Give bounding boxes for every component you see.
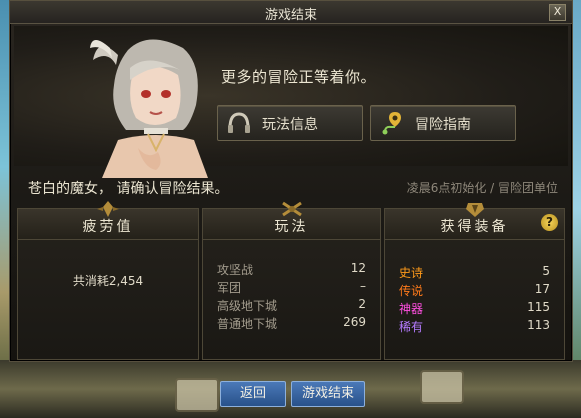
row-value: 2 [358,297,366,311]
character-portrait [90,39,208,178]
help-icon[interactable]: ? [541,214,558,231]
row-value: – [360,279,366,293]
equipment-title: 获得装备 [440,219,509,235]
fatigue-title: 疲劳值 [82,219,134,235]
rarity-epic-label: 史诗 [399,266,424,280]
gameplay-row: 军团 – [217,279,366,297]
equipment-panel-header: 获得装备 ? [385,203,564,240]
game-over-dialog: 游戏结束 X 更多的冒险正等着你。 玩法信息 冒险指南 苍白的魔女， 请确认冒险… [9,0,573,362]
crossed-weapons-icon [281,201,302,217]
rarity-artifact-label: 神器 [399,302,424,316]
gameplay-info-button[interactable]: 玩法信息 [217,105,363,141]
gameplay-title: 玩法 [274,219,309,235]
row-value: 269 [343,315,366,329]
equipment-row: 史诗 5 [399,264,550,282]
dialog-title: 游戏结束 [264,8,317,23]
gameplay-info-label: 玩法信息 [262,117,318,133]
row-value: 113 [527,318,550,332]
back-button[interactable]: 返回 [220,381,286,407]
close-button[interactable]: X [549,4,566,21]
emblem-icon [97,201,119,217]
gameplay-row: 攻坚战 12 [217,261,366,279]
background-sign [175,378,219,412]
row-label: 高级地下城 [217,299,278,313]
row-value: 5 [542,264,550,278]
fatigue-consumed: 共消耗2,454 [72,274,144,288]
rarity-legendary-label: 传说 [399,284,424,298]
adventure-prompt: 更多的冒险正等着你。 [221,68,377,86]
headphones-icon [228,112,250,133]
confirm-message: 苍白的魔女， 请确认冒险结果。 [28,181,229,197]
background-sign [420,370,464,404]
end-game-button[interactable]: 游戏结束 [291,381,365,407]
reset-info: 凌晨6点初始化 / 冒险团单位 [406,181,558,195]
gameplay-row: 普通地下城 269 [217,315,366,333]
equipment-row: 传说 17 [399,282,550,300]
row-label: 军团 [217,281,242,295]
equipment-row: 神器 115 [399,300,550,318]
equipment-panel: 获得装备 ? 史诗 5 传说 17 神器 115 稀有 113 [384,203,565,360]
equipment-row: 稀有 113 [399,318,550,336]
gameplay-panel: 玩法 攻坚战 12 军团 – 高级地下城 2 普通地下城 269 [202,201,381,360]
gameplay-panel-header: 玩法 [203,201,380,240]
fatigue-panel-header: 疲劳值 [18,201,198,240]
rarity-rare-label: 稀有 [399,320,424,334]
armor-icon [465,203,484,217]
row-value: 12 [350,261,366,275]
titlebar: 游戏结束 X [10,1,572,24]
row-label: 攻坚战 [217,263,254,277]
adventure-guide-label: 冒险指南 [415,117,471,133]
result-info-bar: 苍白的魔女， 请确认冒险结果。 凌晨6点初始化 / 冒险团单位 [14,168,568,204]
map-pin-route-icon [382,112,401,135]
gameplay-row: 高级地下城 2 [217,297,366,315]
row-value: 17 [534,282,550,296]
row-value: 115 [527,300,550,314]
fatigue-panel: 疲劳值 共消耗2,454 [17,201,199,360]
adventure-guide-button[interactable]: 冒险指南 [370,105,516,141]
row-label: 普通地下城 [217,317,278,331]
character-area: 更多的冒险正等着你。 玩法信息 冒险指南 [14,26,568,178]
